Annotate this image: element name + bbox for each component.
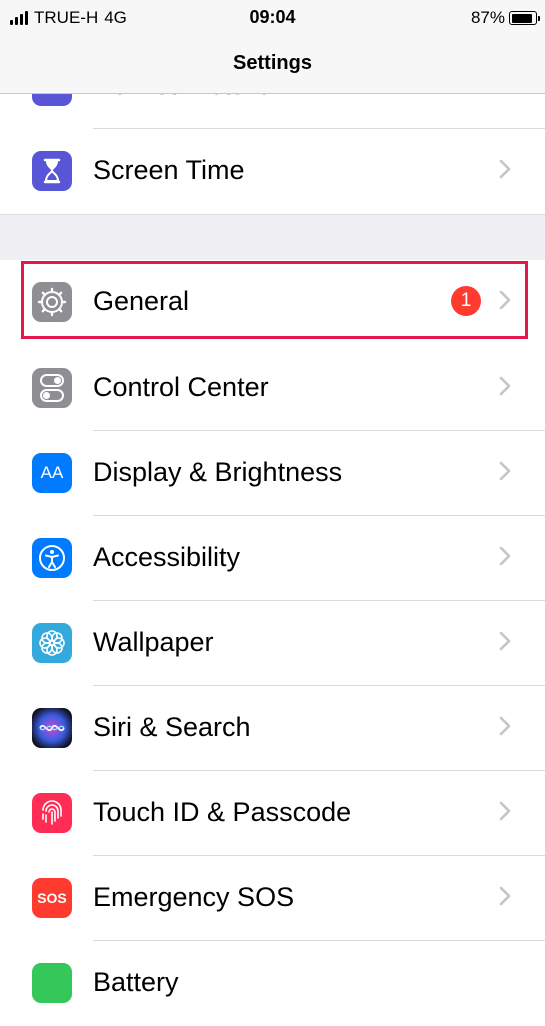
row-label: Control Center xyxy=(93,372,269,402)
row-screen-time[interactable]: Screen Time xyxy=(0,129,545,214)
settings-list: Do Not Disturb Screen Time xyxy=(0,0,545,1026)
section-separator xyxy=(0,214,545,261)
row-label: Screen Time xyxy=(93,155,245,185)
chevron-right-icon xyxy=(499,461,511,481)
flower-icon xyxy=(32,623,72,663)
hourglass-icon xyxy=(32,151,72,191)
row-battery[interactable]: Battery xyxy=(0,941,545,1026)
sos-icon: SOS xyxy=(32,878,72,918)
row-label: Accessibility xyxy=(93,542,241,572)
chevron-right-icon xyxy=(499,716,511,736)
row-label: Emergency SOS xyxy=(93,882,295,912)
chevron-right-icon xyxy=(499,376,511,396)
icon-text: AA xyxy=(40,463,64,482)
battery-percent: 87% xyxy=(470,8,505,27)
icon-text: SOS xyxy=(37,890,67,906)
chevron-right-icon xyxy=(499,801,511,821)
status-bar: TRUE-H 4G 09:04 87% xyxy=(0,0,545,40)
text-size-icon: AA xyxy=(32,453,72,493)
row-accessibility[interactable]: Accessibility xyxy=(0,516,545,601)
chevron-right-icon xyxy=(499,886,511,906)
row-display-brightness[interactable]: AA Display & Brightness xyxy=(0,431,545,516)
row-touch-id-passcode[interactable]: Touch ID & Passcode xyxy=(0,771,545,856)
toggles-icon xyxy=(32,368,72,408)
page-title: Settings xyxy=(233,52,312,74)
row-siri-search[interactable]: Siri & Search xyxy=(0,686,545,771)
siri-icon xyxy=(32,708,72,748)
battery-icon xyxy=(32,963,72,1003)
battery-status: 87% xyxy=(470,8,540,28)
row-control-center[interactable]: Control Center xyxy=(0,346,545,431)
clock: 09:04 xyxy=(249,7,296,27)
row-emergency-sos[interactable]: SOS Emergency SOS xyxy=(0,856,545,941)
battery-level-icon xyxy=(509,11,540,25)
chevron-right-icon xyxy=(499,546,511,566)
highlight-box xyxy=(21,261,528,339)
navigation-bar: Settings xyxy=(0,40,545,94)
row-label: Battery xyxy=(93,967,179,997)
row-label: Display & Brightness xyxy=(93,457,343,487)
chevron-right-icon xyxy=(499,159,511,179)
row-wallpaper[interactable]: Wallpaper xyxy=(0,601,545,686)
row-label: Wallpaper xyxy=(93,627,214,657)
accessibility-icon xyxy=(32,538,72,578)
chevron-right-icon xyxy=(499,631,511,651)
fingerprint-icon xyxy=(32,793,72,833)
row-label: Siri & Search xyxy=(93,712,251,742)
row-label: Touch ID & Passcode xyxy=(93,797,352,827)
